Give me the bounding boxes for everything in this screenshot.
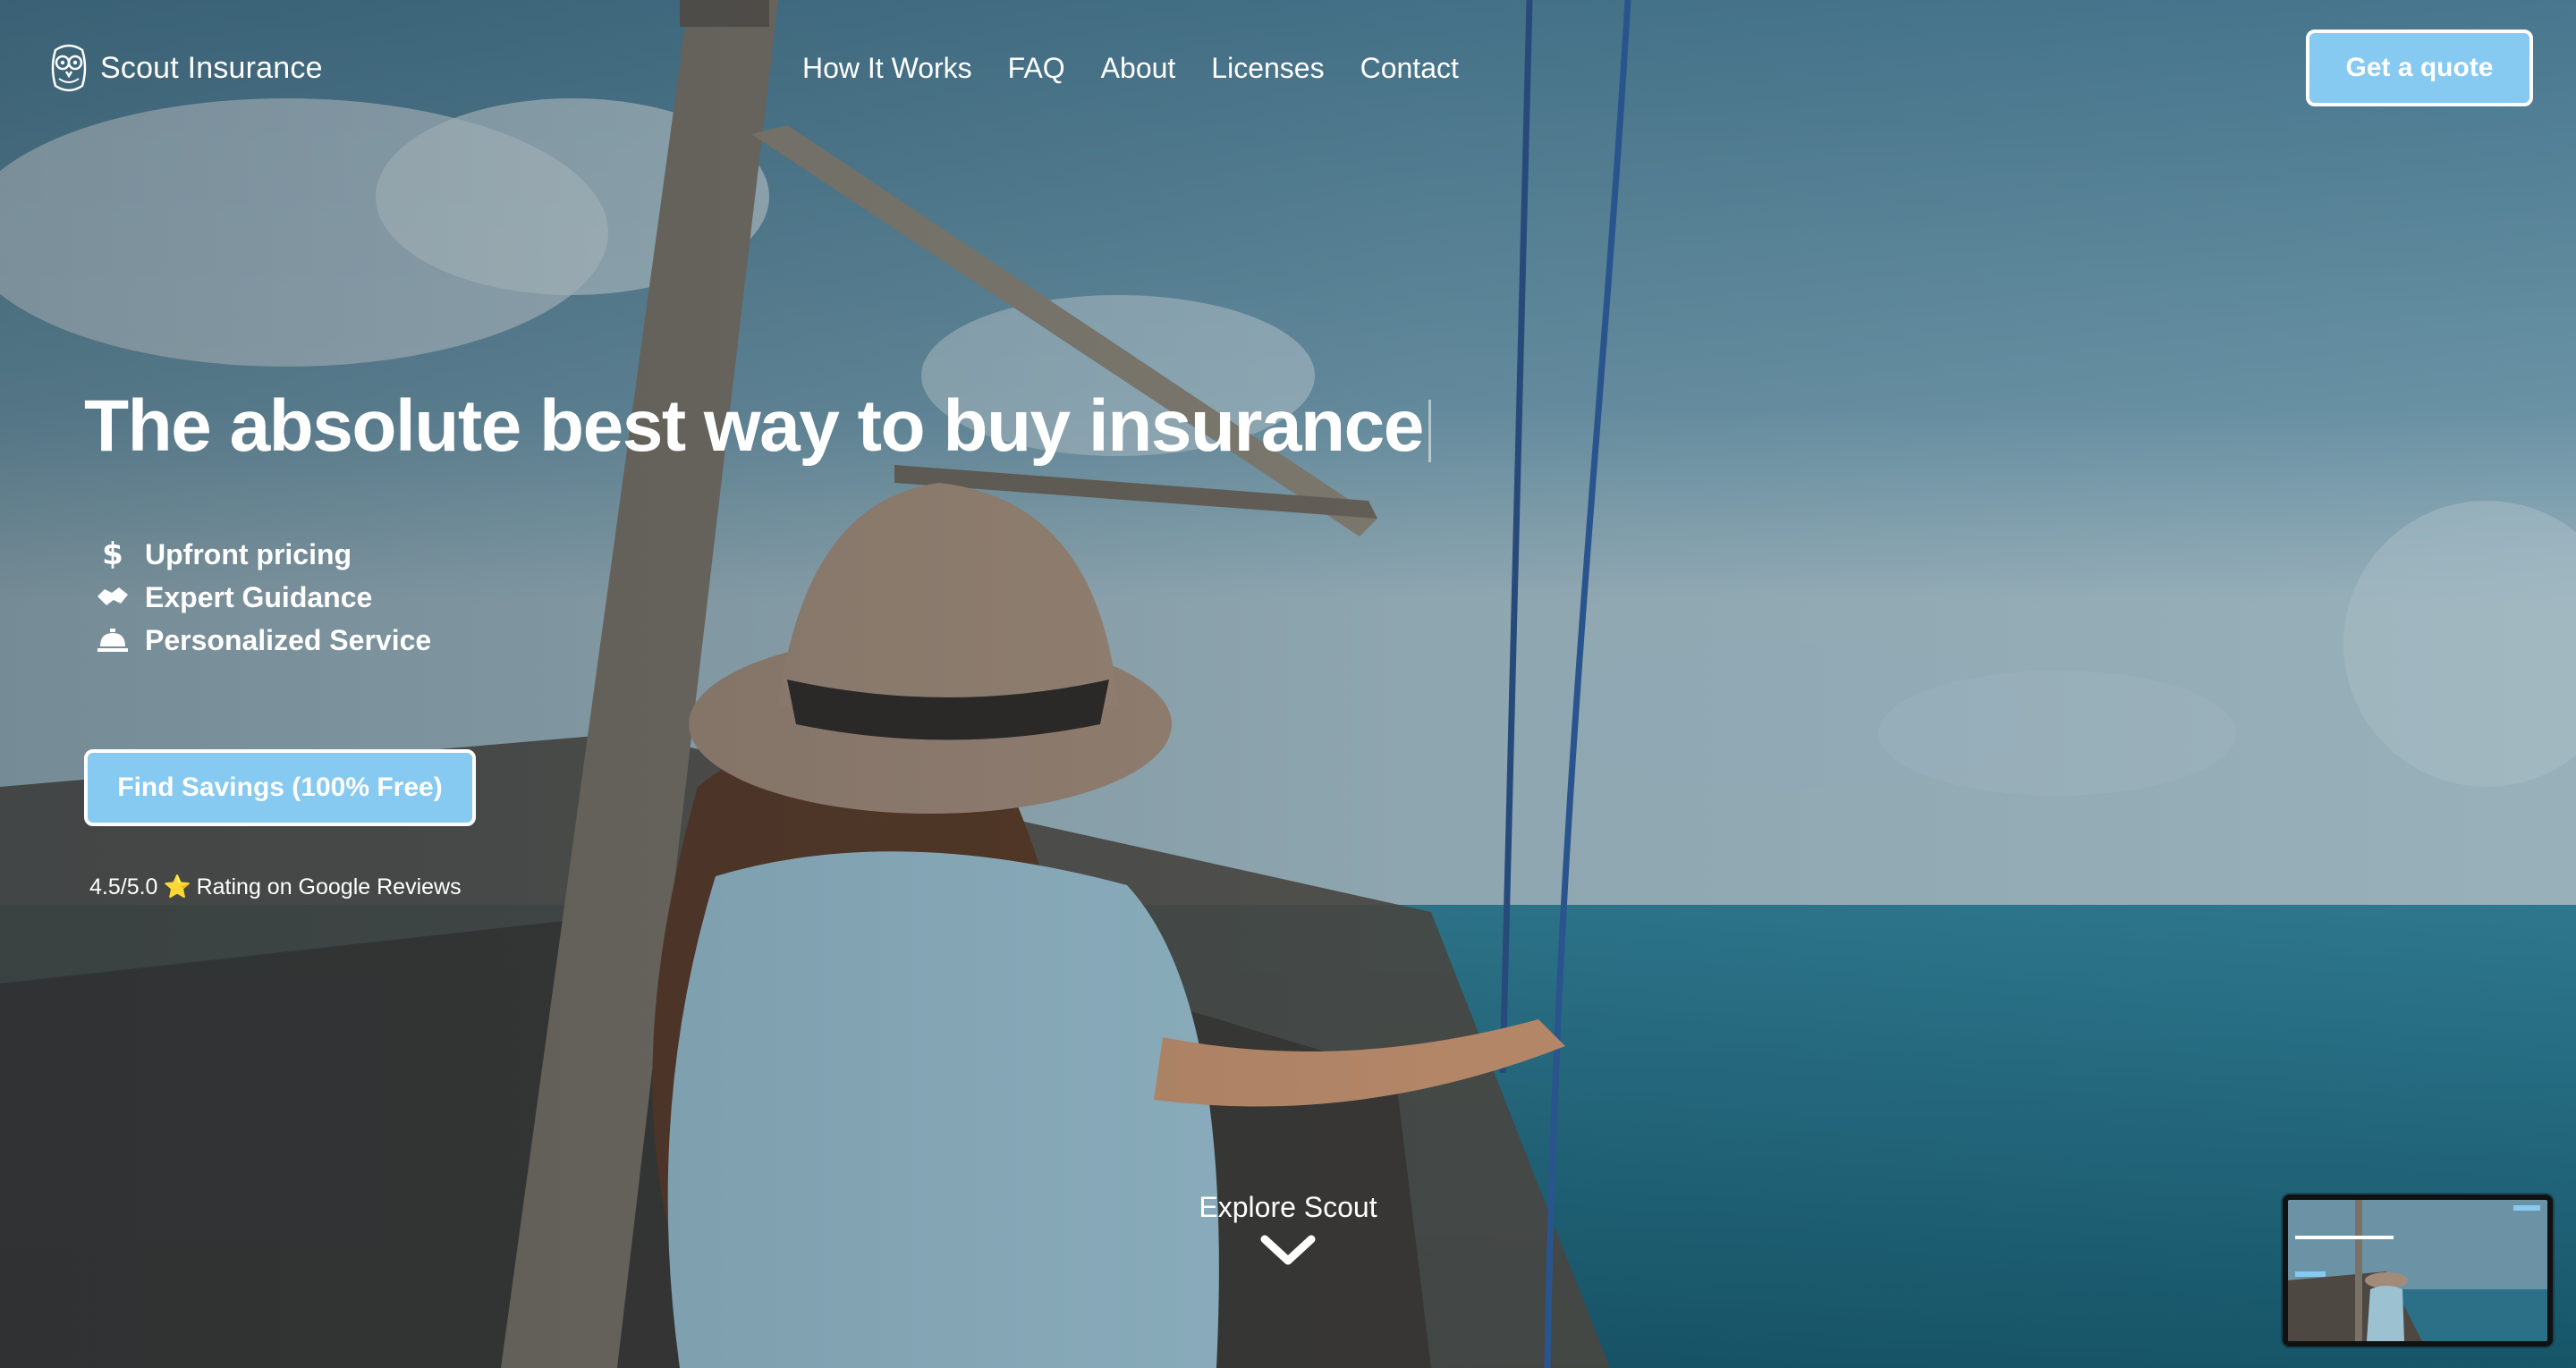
handshake-icon [93, 579, 132, 615]
hero-headline-text: The absolute best way to buy insurance [84, 385, 1424, 467]
google-rating: 4.5/5.0 ⭐ Rating on Google Reviews [89, 874, 462, 900]
nav-about[interactable]: About [1101, 48, 1176, 88]
nav-faq[interactable]: FAQ [1008, 48, 1065, 88]
rating-source: Rating on Google Reviews [196, 874, 462, 899]
hero-overlay [0, 0, 2576, 1368]
feature-list: $ Upfront pricing Expert Guidance Person… [93, 533, 431, 662]
hero-headline: The absolute best way to buy insurance [84, 384, 1431, 469]
nav-how-it-works[interactable]: How It Works [802, 48, 972, 88]
get-a-quote-button[interactable]: Get a quote [2306, 30, 2533, 106]
feature-item: $ Upfront pricing [93, 533, 431, 576]
nav-contact[interactable]: Contact [1360, 48, 1459, 88]
explore-scout-link[interactable]: Explore Scout [1154, 1187, 1422, 1268]
site-header: Scout Insurance How It Works FAQ About L… [0, 0, 2576, 134]
typing-caret [1428, 400, 1431, 463]
rating-score: 4.5/5.0 [89, 874, 158, 899]
dollar-icon: $ [93, 536, 132, 572]
find-savings-button[interactable]: Find Savings (100% Free) [84, 749, 476, 826]
nav-licenses[interactable]: Licenses [1211, 48, 1324, 88]
hero-background [0, 0, 2576, 1368]
brand-logo-link[interactable]: Scout Insurance [48, 39, 323, 97]
explore-label: Explore Scout [1199, 1191, 1377, 1223]
main-nav: How It Works FAQ About Licenses Contact [802, 48, 1459, 88]
feature-item: Personalized Service [93, 619, 431, 662]
chevron-down-icon [1260, 1235, 1316, 1265]
feature-label: Personalized Service [145, 623, 432, 656]
svg-text:$: $ [102, 537, 123, 571]
service-bell-icon [93, 622, 132, 658]
preview-image [2288, 1200, 2547, 1341]
page-preview-thumbnail[interactable] [2283, 1195, 2553, 1347]
brand-name: Scout Insurance [100, 50, 323, 85]
owl-icon [51, 44, 87, 92]
feature-label: Expert Guidance [145, 580, 373, 613]
feature-label: Upfront pricing [145, 537, 352, 570]
feature-item: Expert Guidance [93, 576, 431, 619]
star-icon: ⭐ [163, 874, 191, 899]
